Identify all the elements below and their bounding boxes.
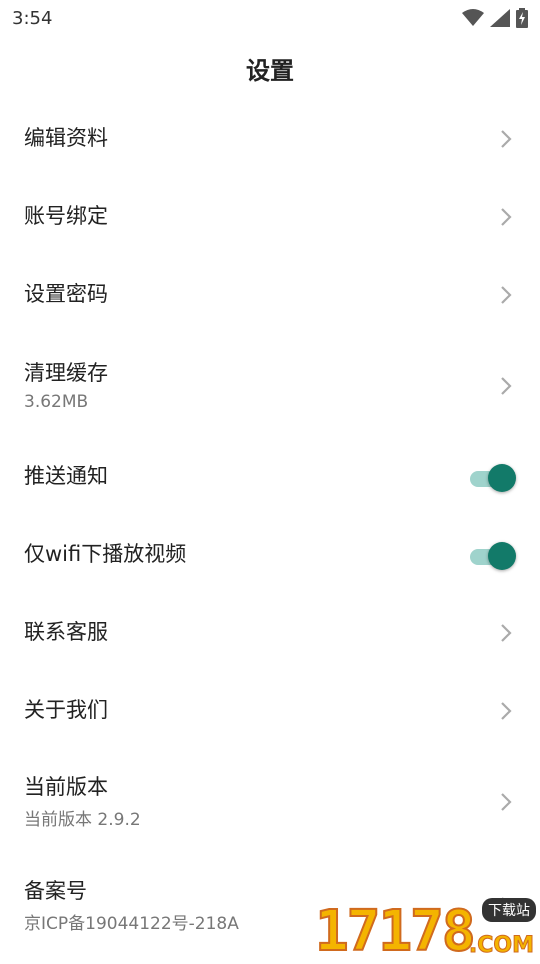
contact-support-item[interactable]: 联系客服	[0, 594, 540, 672]
current-version-item[interactable]: 当前版本 当前版本 2.9.2	[0, 750, 540, 854]
chevron-right-icon	[501, 286, 512, 304]
chevron-right-icon	[501, 377, 512, 395]
chevron-right-icon	[501, 208, 512, 226]
about-us-label: 关于我们	[24, 698, 108, 723]
wifi-only-video-item: 仅wifi下播放视频	[0, 516, 540, 594]
status-time: 3:54	[12, 7, 53, 29]
watermark-digits: 17178	[314, 899, 477, 964]
set-password-label: 设置密码	[24, 282, 108, 307]
push-notifications-item: 推送通知	[0, 438, 540, 516]
account-binding-label: 账号绑定	[24, 204, 108, 229]
site-watermark-logo: 17178 下载站 .COM	[314, 896, 540, 964]
push-notifications-label: 推送通知	[24, 464, 108, 489]
account-binding-item[interactable]: 账号绑定	[0, 178, 540, 256]
current-version-label: 当前版本	[24, 774, 108, 799]
clear-cache-label: 清理缓存	[24, 361, 108, 386]
cache-size-value: 3.62MB	[24, 391, 89, 412]
wifi-only-video-toggle[interactable]	[470, 541, 516, 570]
chevron-right-icon	[501, 624, 512, 642]
chevron-right-icon	[501, 793, 512, 811]
status-bar: 3:54	[0, 0, 540, 36]
wifi-icon	[462, 9, 484, 26]
set-password-item[interactable]: 设置密码	[0, 256, 540, 334]
chevron-right-icon	[501, 702, 512, 720]
edit-profile-item[interactable]: 编辑资料	[0, 100, 540, 178]
clear-cache-item[interactable]: 清理缓存 3.62MB	[0, 334, 540, 438]
settings-list: 编辑资料 账号绑定 设置密码 清理缓存 3.62MB 推送通知 仅wifi下播放…	[0, 100, 540, 958]
icp-number-value: 京ICP备19044122号-218A	[24, 914, 239, 935]
watermark-suffix: .COM	[468, 933, 534, 959]
edit-profile-label: 编辑资料	[24, 126, 108, 151]
watermark-badge: 下载站	[482, 898, 536, 922]
page-title: 设置	[246, 56, 294, 85]
contact-support-label: 联系客服	[24, 620, 108, 645]
push-notifications-toggle[interactable]	[470, 463, 516, 492]
wifi-only-video-label: 仅wifi下播放视频	[24, 542, 187, 567]
version-number-value: 当前版本 2.9.2	[24, 810, 141, 831]
battery-charging-icon	[516, 8, 528, 28]
signal-icon	[490, 9, 510, 27]
icp-record-label: 备案号	[24, 878, 87, 903]
about-us-item[interactable]: 关于我们	[0, 672, 540, 750]
chevron-right-icon	[501, 130, 512, 148]
